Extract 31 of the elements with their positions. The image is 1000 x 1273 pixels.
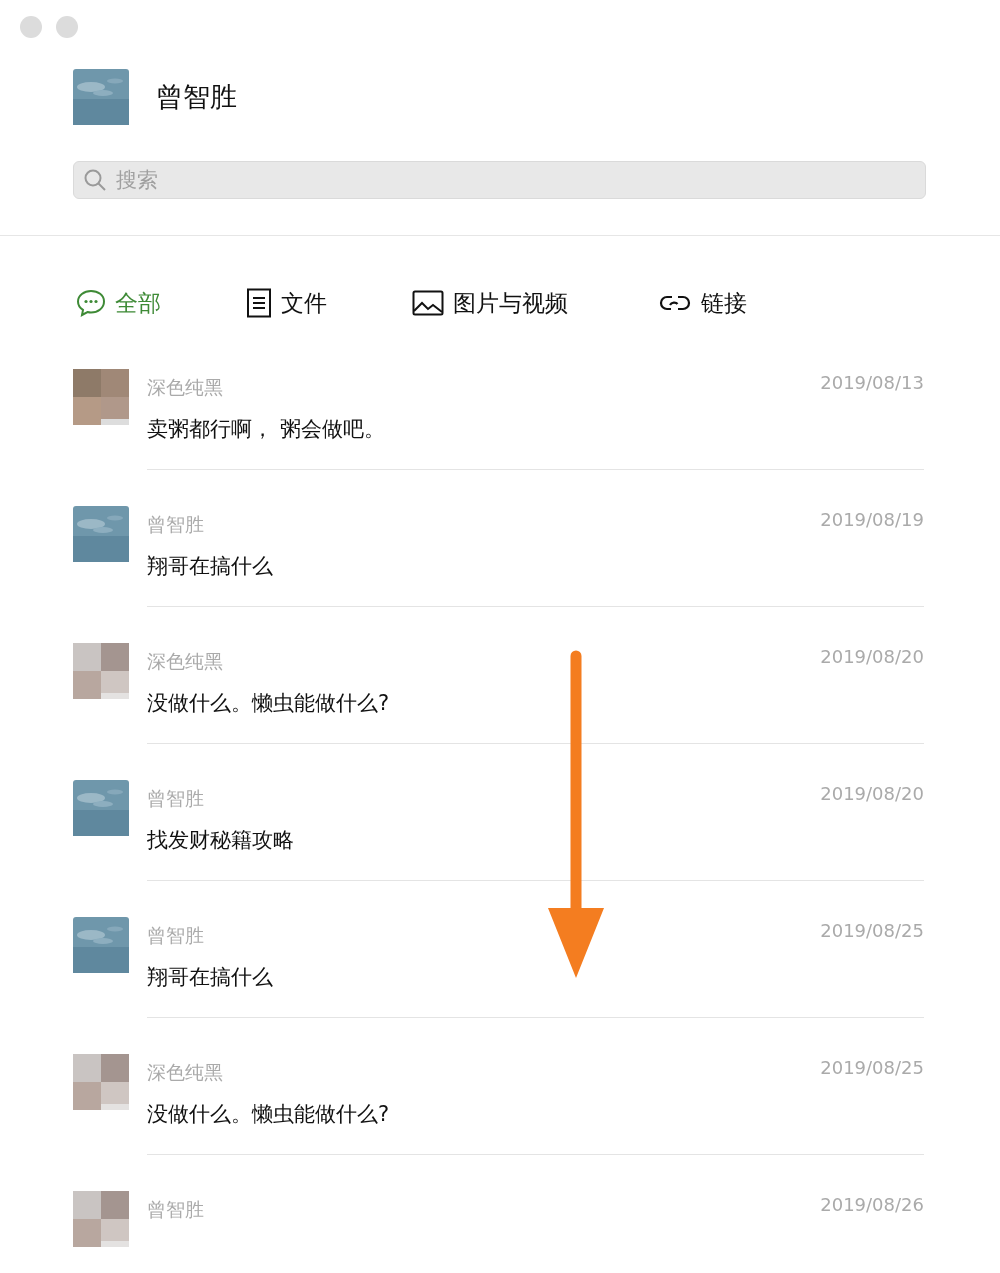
message-text: 没做什么。懒虫能做什么? xyxy=(147,1100,391,1128)
window-button[interactable] xyxy=(56,16,78,38)
message-date: 2019/08/26 xyxy=(820,1193,924,1217)
message-date: 2019/08/19 xyxy=(820,508,924,532)
image-icon xyxy=(412,290,444,317)
message-date: 2019/08/20 xyxy=(820,645,924,669)
tab[interactable]: 图片与视频 xyxy=(412,286,568,321)
window-button[interactable] xyxy=(20,16,42,38)
sender-name: 深色纯黑 xyxy=(147,375,223,400)
window-title: 曾智胜 xyxy=(156,79,237,114)
search-field[interactable]: 搜索 xyxy=(73,161,926,199)
message-date: 2019/08/20 xyxy=(820,782,924,806)
message-text: 翔哥在搞什么 xyxy=(147,963,274,991)
tab[interactable]: 全部 xyxy=(76,286,161,321)
tab[interactable]: 链接 xyxy=(658,286,747,321)
sender-name: 曾智胜 xyxy=(147,923,204,948)
sender-name: 深色纯黑 xyxy=(147,1060,223,1085)
sender-name: 曾智胜 xyxy=(147,1197,204,1222)
message-text: 找发财秘籍攻略 xyxy=(147,826,295,854)
sender-name: 曾智胜 xyxy=(147,512,204,537)
document-icon xyxy=(246,288,272,319)
sender-name: 曾智胜 xyxy=(147,786,204,811)
message-date: 2019/08/25 xyxy=(820,919,924,943)
chat-bubble-icon xyxy=(76,289,106,318)
message-date: 2019/08/25 xyxy=(820,1056,924,1080)
message-date: 2019/08/13 xyxy=(820,371,924,395)
tab[interactable]: 文件 xyxy=(246,286,327,321)
message-text: 翔哥在搞什么 xyxy=(147,552,274,580)
message-text: 卖粥都行啊， 粥会做吧。 xyxy=(147,415,386,443)
message-text: 没做什么。懒虫能做什么? xyxy=(147,689,391,717)
sender-name: 深色纯黑 xyxy=(147,649,223,674)
